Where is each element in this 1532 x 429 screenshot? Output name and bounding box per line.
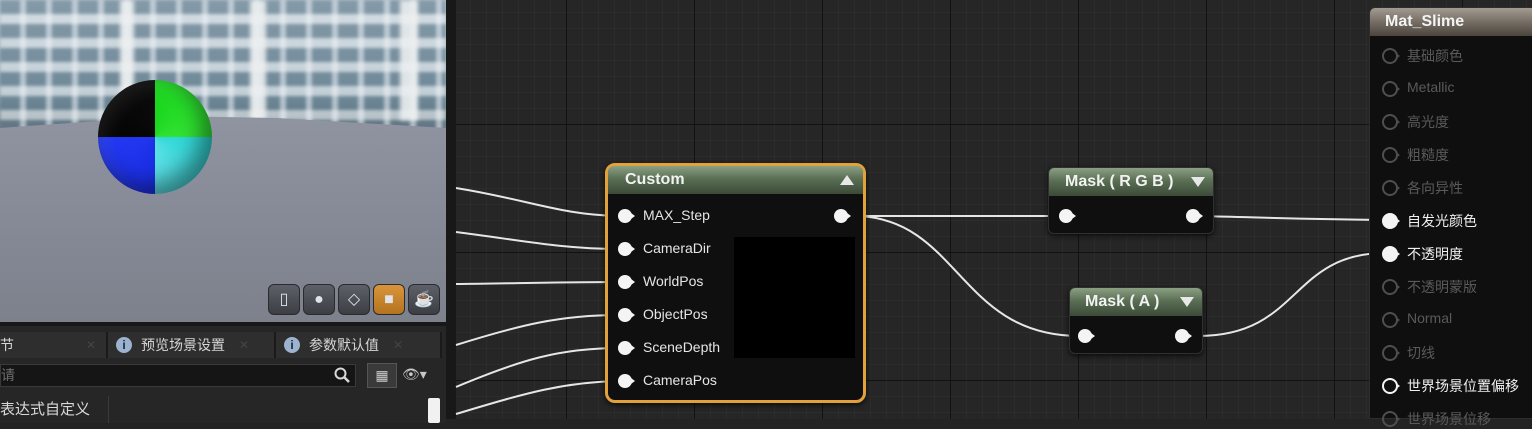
mask-a-header[interactable]: Mask ( A ) — [1070, 288, 1202, 316]
teapot-icon[interactable]: ☕ — [408, 284, 440, 315]
output-pin-custom[interactable] — [834, 209, 852, 223]
material-pin-specular[interactable] — [1382, 114, 1400, 130]
material-pin-tangent[interactable] — [1382, 345, 1400, 361]
input-pin-object-pos[interactable] — [618, 308, 636, 322]
building-pillar — [400, 0, 418, 120]
pin-label-max-step: MAX_Step — [643, 207, 710, 223]
collapse-arrow-icon[interactable] — [840, 175, 854, 185]
material-pin-label: 不透明蒙版 — [1407, 279, 1477, 295]
material-pin-label: 世界场景位移 — [1407, 411, 1491, 427]
mask-rgb-header[interactable]: Mask ( R G B ) — [1049, 168, 1213, 196]
info-icon: i — [116, 337, 132, 353]
panel-tabs: 节 ✕ i 预览场景设置 ✕ i 参数默认值 ✕ — [0, 332, 442, 358]
scrollbar[interactable] — [428, 398, 440, 423]
input-pin-mask-a[interactable] — [1078, 329, 1096, 343]
material-pin-label: 粗糙度 — [1407, 147, 1449, 163]
material-pin-world-displacement[interactable] — [1382, 411, 1400, 427]
mask-a-node[interactable]: Mask ( A ) — [1069, 287, 1203, 354]
close-icon[interactable]: ✕ — [239, 338, 249, 352]
material-pin-label: 自发光颜色 — [1407, 213, 1477, 229]
detail-category-label: 表达式自定义 — [0, 401, 91, 418]
input-pin-camera-dir[interactable] — [618, 242, 636, 256]
search-placeholder: 请 — [1, 367, 15, 383]
input-pin-scene-depth[interactable] — [618, 341, 636, 355]
material-title: Mat_Slime — [1385, 13, 1465, 30]
material-pin-label: 基础颜色 — [1407, 48, 1463, 64]
pin-label-object-pos: ObjectPos — [643, 306, 708, 322]
pin-label-camera-pos: CameraPos — [643, 372, 717, 388]
building-pillar — [250, 0, 266, 120]
material-pin-roughness[interactable] — [1382, 147, 1400, 163]
close-icon[interactable]: ✕ — [86, 338, 96, 352]
custom-node-preview — [734, 237, 855, 358]
info-icon: i — [284, 337, 300, 353]
material-pin-label: 切线 — [1407, 345, 1435, 361]
expand-arrow-icon[interactable] — [1191, 177, 1205, 187]
tab-label: 参数默认值 — [309, 337, 379, 353]
expand-arrow-icon[interactable] — [1180, 297, 1194, 307]
mask-rgb-node[interactable]: Mask ( R G B ) — [1048, 167, 1214, 234]
details-panel: 节 ✕ i 预览场景设置 ✕ i 参数默认值 ✕ 请 ▦ 👁▾ 表达式自定义 — [0, 322, 446, 423]
mask-rgb-title: Mask ( R G B ) — [1065, 173, 1174, 190]
material-pin-label: Normal — [1407, 310, 1453, 326]
tab-details[interactable]: 节 ✕ — [0, 332, 108, 358]
material-pin-label: 世界场景位置偏移 — [1407, 378, 1519, 394]
pin-label-camera-dir: CameraDir — [643, 240, 711, 256]
tab-label: 节 — [0, 337, 14, 353]
search-input[interactable]: 请 — [0, 364, 356, 387]
tab-preview-scene-settings[interactable]: i 预览场景设置 ✕ — [108, 332, 276, 358]
material-pin-world-position-offset[interactable] — [1382, 378, 1400, 394]
sphere-icon[interactable]: ● — [303, 284, 335, 315]
output-pin-mask-rgb[interactable] — [1186, 209, 1204, 223]
eye-icon[interactable]: 👁▾ — [402, 366, 427, 383]
plane-icon[interactable]: ◇ — [338, 284, 370, 315]
material-pin-base-color[interactable] — [1382, 48, 1400, 64]
material-pin-opacity-mask[interactable] — [1382, 279, 1400, 295]
material-pin-emissive-color[interactable] — [1382, 213, 1400, 229]
material-preview-viewport[interactable]: ▯ ● ◇ ■ ☕ — [0, 0, 446, 322]
material-pin-label: 高光度 — [1407, 114, 1449, 130]
custom-node-header[interactable]: Custom — [608, 166, 863, 194]
search-icon[interactable] — [334, 367, 350, 383]
material-pin-label: Metallic — [1407, 79, 1455, 95]
background-building — [0, 0, 446, 130]
mask-a-title: Mask ( A ) — [1085, 293, 1160, 310]
search-row: 请 ▦ 👁▾ — [0, 363, 446, 390]
tab-parameter-defaults[interactable]: i 参数默认值 ✕ — [276, 332, 442, 358]
material-pin-opacity[interactable] — [1382, 246, 1400, 262]
material-pin-label: 不透明度 — [1407, 246, 1463, 262]
tab-label: 预览场景设置 — [141, 337, 225, 353]
close-icon[interactable]: ✕ — [393, 338, 403, 352]
cylinder-icon[interactable]: ▯ — [268, 284, 300, 315]
output-pin-mask-a[interactable] — [1175, 329, 1193, 343]
view-options-grid-icon[interactable]: ▦ — [367, 363, 397, 388]
material-pin-label: 各向异性 — [1407, 180, 1463, 196]
preview-sphere — [98, 80, 212, 194]
material-pin-normal[interactable] — [1382, 312, 1400, 328]
cube-icon[interactable]: ■ — [373, 284, 405, 315]
custom-node-title: Custom — [625, 171, 685, 188]
material-pin-metallic[interactable] — [1382, 81, 1400, 97]
preview-shape-toolbar: ▯ ● ◇ ■ ☕ — [268, 284, 440, 315]
pin-label-scene-depth: SceneDepth — [643, 339, 721, 355]
input-pin-world-pos[interactable] — [618, 275, 636, 289]
pin-label-world-pos: WorldPos — [643, 273, 704, 289]
material-node-header[interactable]: Mat_Slime — [1370, 8, 1532, 36]
input-pin-mask-rgb[interactable] — [1059, 209, 1077, 223]
material-pin-anisotropy[interactable] — [1382, 180, 1400, 196]
input-pin-camera-pos[interactable] — [618, 374, 636, 388]
input-pin-max-step[interactable] — [618, 209, 636, 223]
panel-divider[interactable] — [446, 0, 456, 419]
